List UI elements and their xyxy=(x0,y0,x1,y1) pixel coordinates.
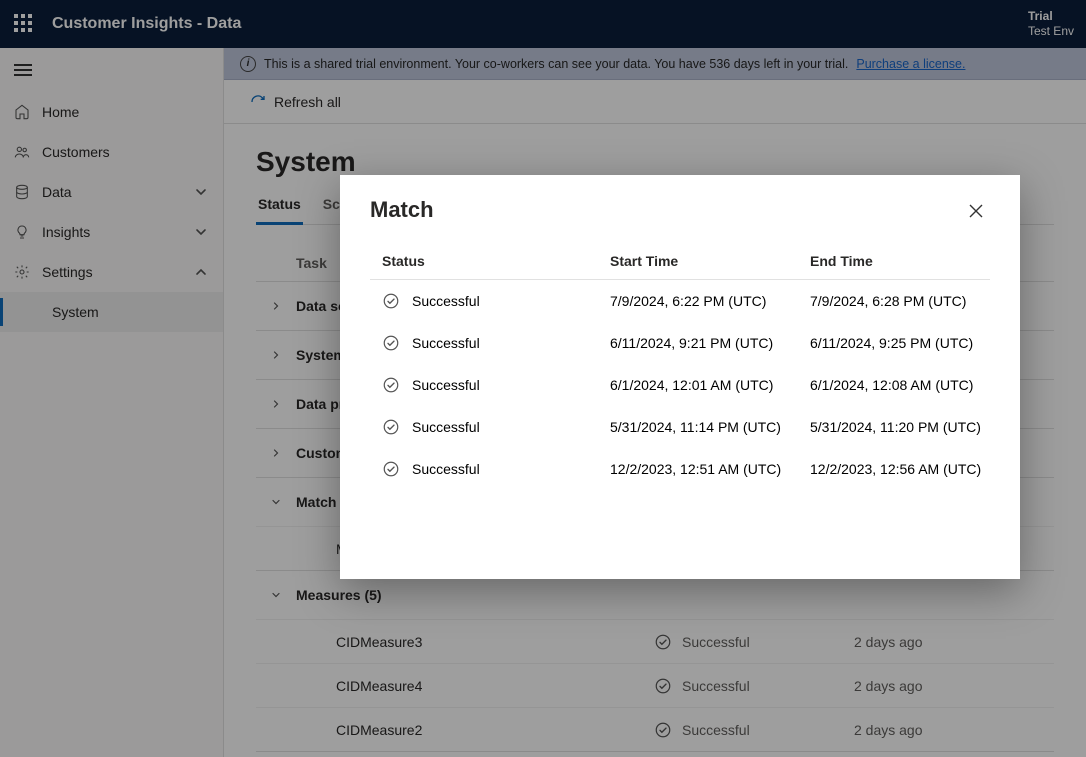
history-row: Successful6/1/2024, 12:01 AM (UTC)6/1/20… xyxy=(370,364,990,406)
success-icon xyxy=(382,376,400,394)
history-row: Successful5/31/2024, 11:14 PM (UTC)5/31/… xyxy=(370,406,990,448)
history-row: Successful6/11/2024, 9:21 PM (UTC)6/11/2… xyxy=(370,322,990,364)
match-history-dialog: Match Status Start Time End Time Success… xyxy=(340,175,1020,579)
history-status: Successful xyxy=(412,377,480,393)
success-icon xyxy=(382,418,400,436)
close-button[interactable] xyxy=(962,197,990,225)
history-row: Successful12/2/2023, 12:51 AM (UTC)12/2/… xyxy=(370,448,990,490)
history-start: 6/1/2024, 12:01 AM (UTC) xyxy=(610,377,810,393)
success-icon xyxy=(382,460,400,478)
history-end: 5/31/2024, 11:20 PM (UTC) xyxy=(810,419,1010,435)
history-end: 7/9/2024, 6:28 PM (UTC) xyxy=(810,293,1010,309)
history-end: 6/1/2024, 12:08 AM (UTC) xyxy=(810,377,1010,393)
dialog-title: Match xyxy=(370,197,434,223)
history-start: 6/11/2024, 9:21 PM (UTC) xyxy=(610,335,810,351)
success-icon xyxy=(382,334,400,352)
col-end: End Time xyxy=(810,253,1010,269)
history-status: Successful xyxy=(412,335,480,351)
close-icon xyxy=(969,204,983,218)
history-start: 7/9/2024, 6:22 PM (UTC) xyxy=(610,293,810,309)
history-row: Successful7/9/2024, 6:22 PM (UTC)7/9/202… xyxy=(370,280,990,322)
col-status: Status xyxy=(370,253,610,269)
col-start: Start Time xyxy=(610,253,810,269)
history-start: 12/2/2023, 12:51 AM (UTC) xyxy=(610,461,810,477)
history-start: 5/31/2024, 11:14 PM (UTC) xyxy=(610,419,810,435)
history-end: 6/11/2024, 9:25 PM (UTC) xyxy=(810,335,1010,351)
history-status: Successful xyxy=(412,419,480,435)
history-status: Successful xyxy=(412,461,480,477)
success-icon xyxy=(382,292,400,310)
history-end: 12/2/2023, 12:56 AM (UTC) xyxy=(810,461,1010,477)
history-status: Successful xyxy=(412,293,480,309)
